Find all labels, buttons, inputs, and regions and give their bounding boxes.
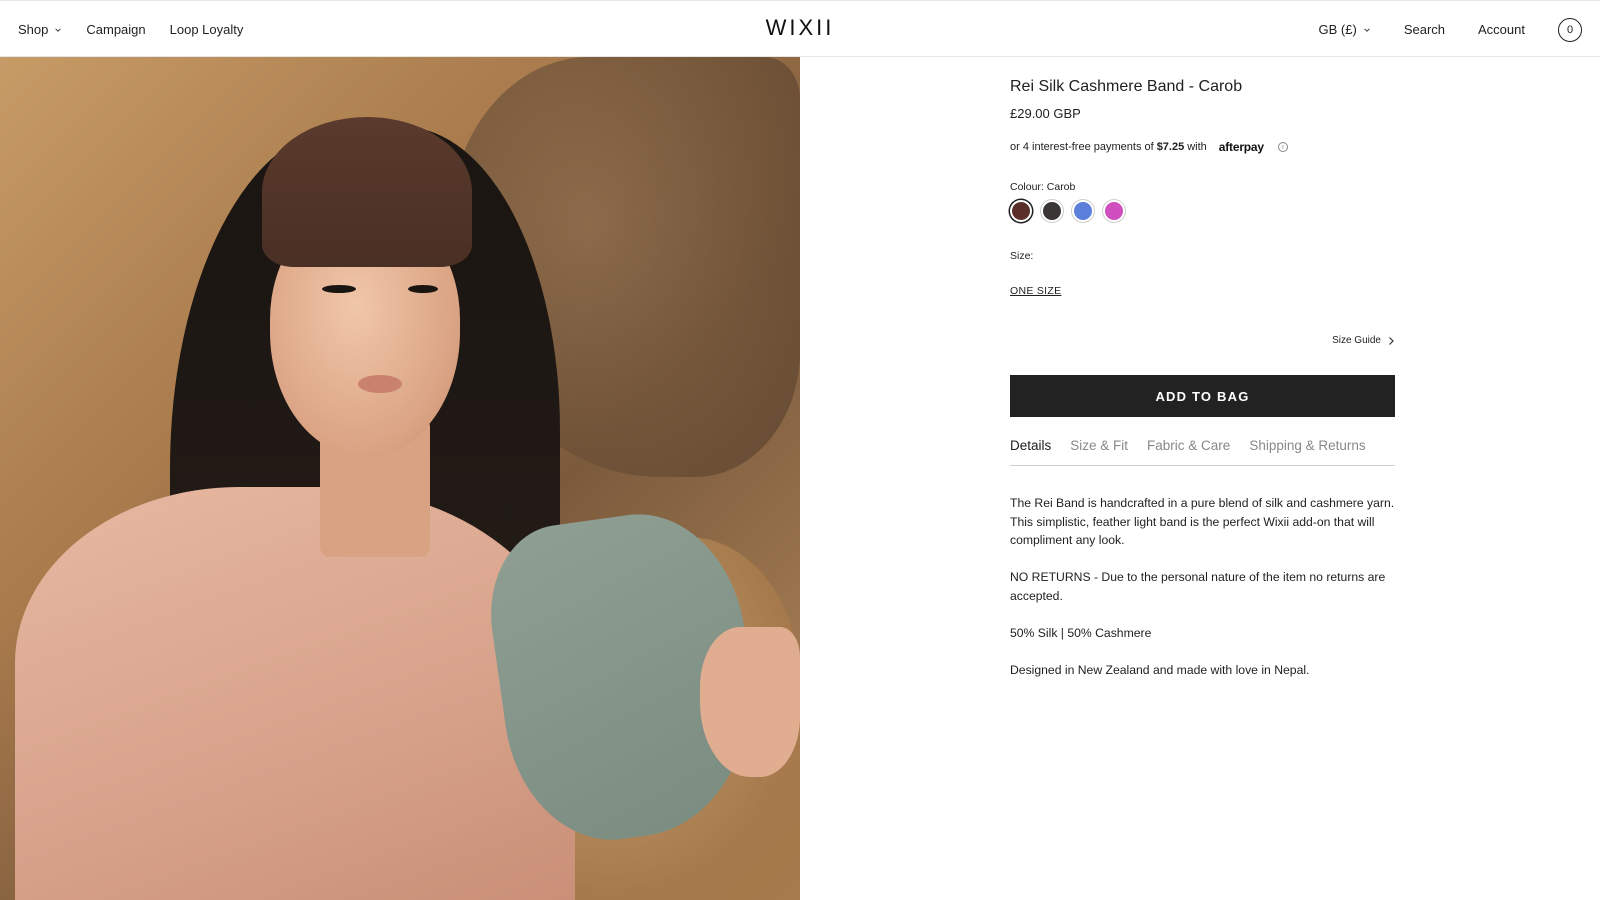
details-content: The Rei Band is handcrafted in a pure bl… bbox=[1010, 494, 1395, 698]
account-link[interactable]: Account bbox=[1478, 22, 1525, 37]
origin-paragraph: Designed in New Zealand and made with lo… bbox=[1010, 662, 1310, 677]
region-selector[interactable]: GB (£) bbox=[1319, 22, 1371, 37]
size-option-one-size[interactable]: ONE SIZE bbox=[1010, 285, 1061, 297]
add-to-bag-button[interactable]: ADD TO BAG bbox=[1010, 375, 1395, 417]
returns-paragraph: NO RETURNS - Due to the personal nature … bbox=[1010, 570, 1386, 603]
product-info-tabs: Details Size & Fit Fabric & Care Shippin… bbox=[1010, 438, 1395, 466]
search-link[interactable]: Search bbox=[1404, 22, 1445, 37]
site-header: Shop Campaign Loop Loyalty WIXII GB (£) … bbox=[0, 0, 1600, 57]
tab-details[interactable]: Details bbox=[1010, 438, 1051, 465]
product-title: Rei Silk Cashmere Band - Carob bbox=[1010, 78, 1243, 95]
model-hand bbox=[700, 627, 800, 777]
swatch-magenta[interactable] bbox=[1103, 200, 1125, 222]
region-label: GB (£) bbox=[1318, 22, 1357, 37]
swatch-carob[interactable] bbox=[1010, 200, 1032, 222]
tab-size-fit[interactable]: Size & Fit bbox=[1070, 438, 1128, 465]
utility-nav: GB (£) Search Account 0 bbox=[1286, 1, 1582, 58]
model-eye-right bbox=[408, 285, 438, 293]
info-icon[interactable]: i bbox=[1277, 142, 1288, 152]
tab-fabric-care[interactable]: Fabric & Care bbox=[1147, 438, 1230, 465]
afterpay-prefix: or 4 interest-free payments of bbox=[1010, 141, 1154, 153]
afterpay-suffix: with bbox=[1187, 141, 1207, 153]
model-lips bbox=[358, 375, 402, 393]
colour-swatches bbox=[1010, 200, 1125, 222]
swatch-charcoal[interactable] bbox=[1041, 200, 1063, 222]
headband bbox=[262, 117, 472, 267]
afterpay-message: or 4 interest-free payments of $7.25 wit… bbox=[1010, 140, 1288, 154]
colour-label: Colour: Carob bbox=[1010, 181, 1076, 193]
afterpay-logo: afterpay bbox=[1218, 140, 1264, 154]
size-label: Size: bbox=[1010, 250, 1034, 262]
tab-shipping-returns[interactable]: Shipping & Returns bbox=[1249, 438, 1365, 465]
cart-icon[interactable]: 0 bbox=[1558, 17, 1582, 42]
product-price: £29.00 GBP bbox=[1010, 106, 1081, 121]
product-hero-image[interactable] bbox=[0, 57, 800, 900]
size-guide-label: Size Guide bbox=[1332, 335, 1381, 346]
afterpay-amount: $7.25 bbox=[1156, 141, 1185, 153]
details-paragraph: The Rei Band is handcrafted in a pure bl… bbox=[1010, 496, 1395, 547]
composition-paragraph: 50% Silk | 50% Cashmere bbox=[1010, 625, 1152, 640]
cart-count: 0 bbox=[1566, 23, 1574, 36]
model-top bbox=[15, 487, 575, 900]
swatch-blue[interactable] bbox=[1072, 200, 1094, 222]
model-eye-left bbox=[322, 285, 356, 293]
size-guide-link[interactable]: Size Guide bbox=[1332, 335, 1395, 346]
chevron-right-icon bbox=[1389, 336, 1394, 345]
chevron-down-icon bbox=[1364, 27, 1370, 32]
